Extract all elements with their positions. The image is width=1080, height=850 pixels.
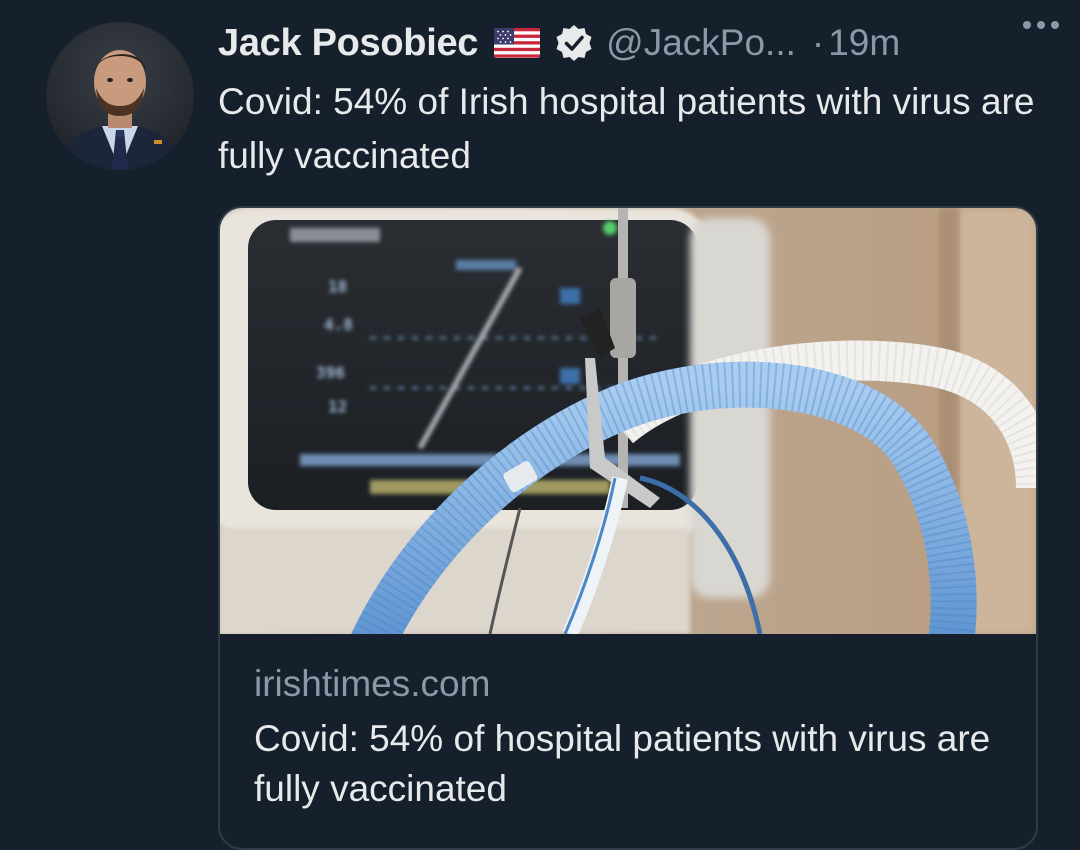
tweet: Jack Posobiec @JackPo... · 19m Covid: 54… xyxy=(0,0,1080,850)
monitor-number: 12 xyxy=(328,397,347,416)
monitor-number: 4.8 xyxy=(324,315,353,334)
avatar[interactable] xyxy=(46,22,194,170)
card-domain: irishtimes.com xyxy=(254,663,491,704)
more-options-icon[interactable] xyxy=(1018,10,1064,40)
separator-dot: · xyxy=(811,22,825,63)
author-handle[interactable]: @JackPo... xyxy=(606,22,796,64)
tweet-header: Jack Posobiec @JackPo... · 19m xyxy=(218,16,1048,70)
link-preview-card[interactable]: 18 4.8 396 12 irishtimes.com Covid: 54% … xyxy=(218,206,1038,850)
author-name[interactable]: Jack Posobiec xyxy=(218,22,478,65)
monitor-number: 18 xyxy=(328,277,347,296)
tweet-text: Covid: 54% of Irish hospital patients wi… xyxy=(218,81,1035,176)
verified-badge-icon xyxy=(554,23,594,63)
monitor-number: 396 xyxy=(316,363,345,382)
card-title: Covid: 54% of hospital patients with vir… xyxy=(254,718,991,809)
tweet-timestamp[interactable]: 19m xyxy=(828,22,900,64)
us-flag-icon xyxy=(494,28,541,58)
card-image-ventilator: 18 4.8 396 12 xyxy=(220,208,1036,634)
